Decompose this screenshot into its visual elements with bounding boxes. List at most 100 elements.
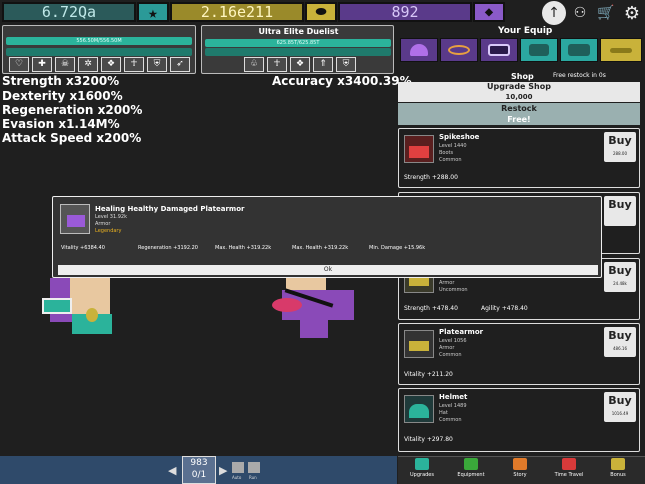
item-name: Helmet (439, 393, 468, 401)
equip-armor[interactable] (480, 38, 518, 62)
buy-button[interactable]: Buy 486.16 (604, 327, 636, 357)
nav-upgrades[interactable]: Upgrades (400, 458, 444, 478)
nav-story[interactable]: Story (498, 458, 542, 478)
coin-icon: ⬬ (305, 2, 337, 22)
prev-stage-icon[interactable]: ◀ (168, 464, 176, 477)
stat-regeneration: Regeneration x200% (2, 103, 143, 117)
stat-evasion: Evasion x1.14M% (2, 117, 120, 131)
time-travel-icon (562, 458, 576, 470)
item-level: Level 1489 (439, 403, 467, 409)
enemy-character (268, 270, 358, 340)
equip-boots[interactable] (560, 38, 598, 62)
equip-tool[interactable] (600, 38, 642, 62)
nav-label: Equipment (457, 472, 485, 478)
gear-icon[interactable]: ⚙ (620, 1, 644, 25)
item-name: Platearmor (439, 328, 484, 336)
item-detail-popup: Healing Healthy Damaged Platearmor Level… (52, 196, 602, 278)
equip-hat[interactable] (400, 38, 438, 62)
nav-time-travel[interactable]: Time Travel (547, 458, 591, 478)
upgrade-shop-button[interactable]: Upgrade Shop 10,000 (398, 82, 640, 102)
platearmor-item-icon (404, 330, 434, 358)
player-energy-bar (6, 48, 192, 56)
item-stat-2: Agility +478.40 (481, 305, 528, 312)
item-rarity: Common (439, 157, 462, 163)
popup-stat: Regeneration +3192.20 (138, 245, 198, 251)
enemy-health-bar: 625.85T/625.85T (205, 39, 391, 47)
buy-button[interactable]: Buy 1016.49 (604, 392, 636, 422)
item-rarity: Common (439, 417, 462, 423)
buy-label: Buy (608, 394, 632, 407)
buy-price: 1016.49 (611, 411, 629, 416)
run-slot-icon[interactable]: ➶ (170, 57, 190, 72)
restock-cost: Free! (507, 115, 531, 124)
upgrade-arrow-icon[interactable]: ↑ (542, 1, 566, 25)
equipment-icon (464, 458, 478, 470)
helmet-item-icon (404, 395, 434, 423)
shield-slot-icon[interactable]: ⛨ (147, 57, 167, 72)
buy-label: Buy (608, 264, 632, 277)
heart-slot-icon[interactable]: ♡ (9, 57, 29, 72)
nav-label: Bonus (610, 472, 626, 478)
buy-button[interactable]: Buy 288.00 (604, 132, 636, 162)
item-type: Boots (439, 150, 454, 156)
buy-button[interactable]: Buy 24.48k (604, 262, 636, 292)
drop-slot-icon[interactable]: ❖ (290, 57, 310, 72)
cart-icon[interactable]: 🛒 (594, 1, 618, 25)
game-screen: 6.72Qa ★ 2.16e211 ⬬ 892 ◆ ↑ ⚇ 🛒 ⚙ 556.50… (0, 0, 645, 484)
buy-price: 486.16 (613, 346, 627, 351)
buy-price: 24.48k (613, 281, 627, 286)
shop-item-card: Helmet Level 1489 Hat Common Vitality +2… (398, 388, 640, 452)
stage-number: 983 (190, 458, 208, 468)
item-level: Level 1440 (439, 143, 467, 149)
popup-stat: Max. Health +319.22k (292, 245, 349, 251)
buy-label: Buy (608, 329, 632, 342)
drop-slot-icon[interactable]: ❖ (101, 57, 121, 72)
enemy-panel: Ultra Elite Duelist 625.85T/625.85T ♧ ☥ … (201, 25, 394, 74)
story-icon (513, 458, 527, 470)
medal-icon[interactable]: ⚇ (568, 1, 592, 25)
tree-slot-icon[interactable]: ♧ (244, 57, 264, 72)
gear-slot-icon[interactable]: ✲ (78, 57, 98, 72)
item-stat: Strength +288.00 (404, 174, 458, 181)
item-stat: Strength +478.40 (404, 305, 458, 312)
up-slot-icon[interactable]: ⇑ (313, 57, 333, 72)
popup-item-type: Armor (95, 221, 111, 227)
restock-timer: Free restock in 0s (553, 72, 606, 79)
equip-weapon[interactable] (520, 38, 558, 62)
auto-toggle[interactable] (232, 462, 244, 473)
next-stage-icon[interactable]: ▶ (219, 464, 227, 477)
enemy-energy-bar (205, 48, 391, 56)
star-icon: ★ (137, 2, 169, 22)
upgrade-shop-cost: 10,000 (505, 93, 533, 101)
equip-necklace[interactable] (440, 38, 478, 62)
skull-slot-icon[interactable]: ☠ (55, 57, 75, 72)
enemy-title: Ultra Elite Duelist (258, 27, 339, 36)
stage-progress: 0/1 (191, 470, 207, 480)
item-level: Level 1056 (439, 338, 467, 344)
nav-equipment[interactable]: Equipment (449, 458, 493, 478)
run-label: Run (249, 475, 257, 480)
item-stat: Vitality +211.20 (404, 371, 453, 378)
item-type: Armor (439, 345, 455, 351)
shield-slot-icon[interactable]: ⛨ (336, 57, 356, 72)
gems-counter: 892 (338, 2, 472, 22)
stage-pager: 983 0/1 (182, 456, 216, 484)
figure-slot-icon[interactable]: ☥ (267, 57, 287, 72)
ok-button[interactable]: Ok (58, 265, 598, 275)
player-health-bar: 556.50M/556.50M (6, 37, 192, 45)
plus-slot-icon[interactable]: ✚ (32, 57, 52, 72)
buy-label: Buy (608, 134, 632, 147)
figure-slot-icon[interactable]: ☥ (124, 57, 144, 72)
boots-item-icon (404, 135, 434, 163)
run-toggle[interactable] (248, 462, 260, 473)
restock-label: Restock (501, 104, 537, 113)
equip-title: Your Equip (498, 26, 553, 36)
bonus-icon (611, 458, 625, 470)
restock-button[interactable]: Restock Free! (398, 103, 640, 125)
buy-button[interactable]: Buy (604, 196, 636, 226)
buy-price: 288.00 (613, 151, 627, 156)
popup-stat: Min. Damage +15.96k (369, 245, 426, 251)
popup-item-name: Healing Healthy Damaged Platearmor (95, 205, 245, 213)
nav-bonus[interactable]: Bonus (596, 458, 640, 478)
shop-title: Shop (511, 72, 534, 81)
